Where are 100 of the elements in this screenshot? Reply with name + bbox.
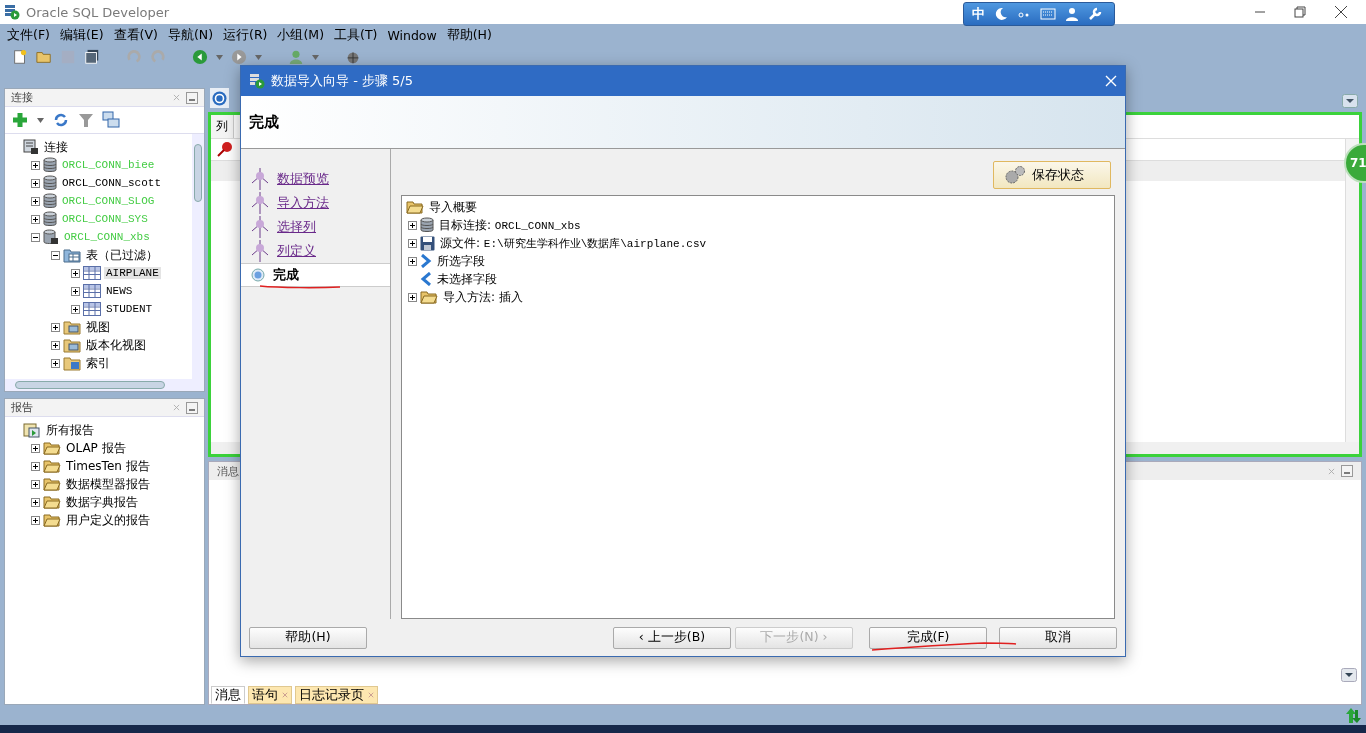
scrollbar[interactable] <box>5 379 204 391</box>
tree-item[interactable]: 所有报告 <box>44 421 96 439</box>
panel-tab[interactable]: 语句 <box>248 686 292 704</box>
table-icon <box>83 266 101 280</box>
collapse-icon[interactable] <box>31 232 40 242</box>
column-tab[interactable]: 列 <box>211 115 234 138</box>
window-title: Oracle SQL Developer <box>26 4 170 20</box>
tree-item[interactable]: STUDENT <box>104 303 155 315</box>
dropdown-icon[interactable] <box>1342 94 1358 108</box>
dropdown-icon[interactable] <box>1341 668 1357 682</box>
summary-root[interactable]: 导入概要 <box>427 198 479 216</box>
open-folder-icon[interactable] <box>36 49 52 65</box>
menu-item[interactable]: 文件(F) <box>2 26 55 44</box>
expand-icon[interactable] <box>408 220 417 230</box>
tree-item[interactable]: TimesTen 报告 <box>64 457 152 475</box>
expand-icon[interactable] <box>408 292 417 302</box>
tree-item[interactable]: 连接 <box>42 138 70 156</box>
wizard-step-link[interactable]: 选择列 <box>277 218 316 236</box>
expand-icon[interactable] <box>51 358 60 368</box>
summary-item[interactable]: 所选字段 <box>435 252 487 270</box>
minimize-icon[interactable] <box>186 91 198 104</box>
tree-item[interactable]: 视图 <box>84 318 112 336</box>
menu-item[interactable]: 编辑(E) <box>54 26 109 44</box>
expand-icon[interactable] <box>71 304 80 314</box>
menu-item[interactable]: Window <box>382 27 442 43</box>
wizard-step-link[interactable]: 导入方法 <box>277 194 329 212</box>
caret-icon[interactable] <box>216 54 223 60</box>
expand-icon[interactable] <box>71 268 80 278</box>
expand-icon[interactable] <box>51 340 60 350</box>
expand-icon[interactable] <box>31 160 40 170</box>
expand-icon[interactable] <box>31 479 40 489</box>
tree-item[interactable]: ORCL_CONN_scott <box>60 177 164 189</box>
wizard-icon <box>249 73 265 89</box>
keyboard-icon[interactable] <box>1040 8 1056 20</box>
wrench-icon[interactable] <box>1088 7 1102 21</box>
database-icon <box>43 193 57 209</box>
tree-item[interactable]: 版本化视图 <box>84 336 148 354</box>
expand-icon[interactable] <box>408 256 417 266</box>
save-state-button[interactable]: 保存状态 <box>993 161 1111 189</box>
user-icon[interactable] <box>1065 7 1079 21</box>
expand-icon[interactable] <box>31 443 40 453</box>
finish-button[interactable]: 完成(F) <box>869 626 987 649</box>
tree-item[interactable]: NEWS <box>104 285 135 297</box>
collapse-icon[interactable] <box>51 250 60 260</box>
panel-tab[interactable]: 消息 <box>211 686 245 704</box>
pin-icon[interactable] <box>217 141 233 157</box>
back-icon[interactable] <box>192 49 208 65</box>
cancel-button[interactable]: 取消 <box>999 626 1117 649</box>
expand-icon[interactable] <box>31 178 40 188</box>
view-folder-icon <box>63 319 81 335</box>
menu-item[interactable]: 工具(T) <box>329 26 383 44</box>
help-button[interactable]: 帮助(H) <box>249 626 367 649</box>
minimize-icon[interactable] <box>1341 465 1353 477</box>
expand-icon[interactable] <box>31 196 40 206</box>
tree-item[interactable]: 用户定义的报告 <box>64 511 152 529</box>
tree-item[interactable]: 索引 <box>84 354 112 372</box>
minimize-icon[interactable] <box>186 401 198 414</box>
restore-icon[interactable] <box>1294 6 1306 18</box>
expand-icon[interactable] <box>31 461 40 471</box>
tree-item[interactable]: OLAP 报告 <box>64 439 128 457</box>
input-mode-label[interactable]: 中 <box>972 5 985 23</box>
wizard-step[interactable]: 完成 <box>273 266 299 284</box>
expand-icon[interactable] <box>31 497 40 507</box>
filter-icon[interactable] <box>78 112 94 128</box>
moon-icon[interactable] <box>994 7 1008 21</box>
new-file-icon[interactable] <box>12 49 28 65</box>
close-icon[interactable] <box>1334 5 1348 19</box>
summary-item[interactable]: 未选择字段 <box>435 270 499 288</box>
add-icon[interactable] <box>11 111 29 129</box>
expand-icon[interactable] <box>51 322 60 332</box>
wizard-step-link[interactable]: 列定义 <box>277 242 316 260</box>
caret-icon[interactable] <box>37 117 44 123</box>
refresh-icon[interactable] <box>52 111 70 129</box>
forward-icon[interactable] <box>231 49 247 65</box>
wizard-step-link[interactable]: 数据预览 <box>277 170 329 188</box>
panel-tab[interactable]: 日志记录页 <box>295 686 378 704</box>
tree-item[interactable]: 数据字典报告 <box>64 493 140 511</box>
caret-icon[interactable] <box>255 54 262 60</box>
editor-tab[interactable] <box>210 88 229 108</box>
expand-icon[interactable] <box>71 286 80 296</box>
summary-item[interactable]: 源文件: E:\研究生学科作业\数据库\airplane.csv <box>438 234 709 252</box>
menu-item[interactable]: 运行(R) <box>218 26 273 44</box>
menu-item[interactable]: 查看(V) <box>108 26 163 44</box>
summary-item[interactable]: 导入方法: 插入 <box>441 288 525 306</box>
menu-item[interactable]: 导航(N) <box>162 26 219 44</box>
caret-icon[interactable] <box>312 54 319 60</box>
scrollbar[interactable] <box>192 134 204 379</box>
tree-item[interactable]: 数据模型器报告 <box>64 475 152 493</box>
back-button[interactable]: ‹ 上一步(B) <box>613 626 731 649</box>
expand-icon[interactable] <box>31 214 40 224</box>
tree-item[interactable]: AIRPLANE <box>104 267 161 279</box>
index-folder-icon <box>63 355 81 371</box>
schema-browser-icon[interactable] <box>102 111 120 129</box>
expand-icon[interactable] <box>31 515 40 525</box>
tree-item[interactable]: 表（已过滤） <box>84 246 160 264</box>
menu-item[interactable]: 帮助(H) <box>441 26 497 44</box>
summary-item[interactable]: 目标连接: ORCL_CONN_xbs <box>437 216 583 234</box>
expand-icon[interactable] <box>408 238 417 248</box>
save-all-icon[interactable] <box>84 49 100 65</box>
menu-item[interactable]: 小组(M) <box>272 26 330 44</box>
